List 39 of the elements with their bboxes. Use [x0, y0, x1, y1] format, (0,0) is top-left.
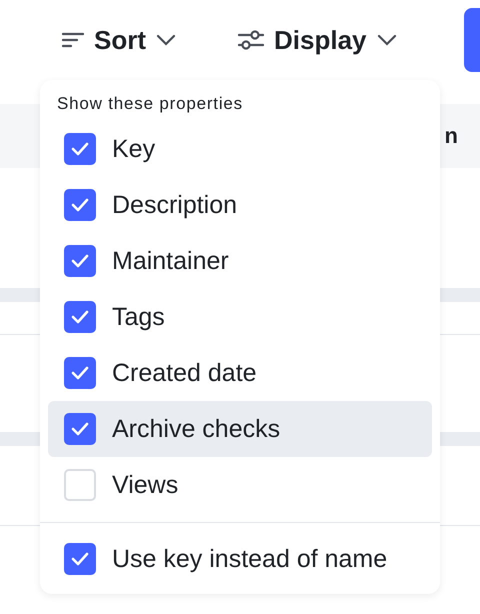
checkbox[interactable] [64, 133, 96, 165]
check-icon [71, 310, 89, 324]
sort-button[interactable]: Sort [62, 24, 176, 56]
check-icon [71, 422, 89, 436]
checkbox[interactable] [64, 357, 96, 389]
checkbox[interactable] [64, 245, 96, 277]
menu-item-label: Views [112, 470, 178, 500]
menu-item-label: Key [112, 134, 156, 164]
menu-item-label: Created date [112, 358, 257, 388]
menu-item[interactable]: Use key instead of name [48, 531, 432, 587]
menu-item[interactable]: Created date [48, 345, 432, 401]
chevron-down-icon [156, 34, 176, 46]
checkbox[interactable] [64, 543, 96, 575]
checkbox[interactable] [64, 189, 96, 221]
checkbox[interactable] [64, 301, 96, 333]
menu-item-label: Description [112, 190, 238, 220]
checkbox[interactable] [64, 413, 96, 445]
sliders-icon [238, 30, 264, 50]
checkbox[interactable] [64, 469, 96, 501]
menu-item[interactable]: Description [48, 177, 432, 233]
check-icon [71, 552, 89, 566]
menu-item[interactable]: Tags [48, 289, 432, 345]
chevron-down-icon [376, 34, 396, 46]
menu-item[interactable]: Views [48, 457, 432, 513]
check-icon [71, 254, 89, 268]
menu-item-label: Archive checks [112, 414, 280, 444]
check-icon [71, 198, 89, 212]
menu-heading: Show these properties [56, 94, 244, 115]
menu-item[interactable]: Key [48, 121, 432, 177]
menu-item[interactable]: Archive checks [48, 401, 432, 457]
check-icon [71, 366, 89, 380]
menu-item-label: Tags [112, 302, 165, 332]
menu-item-label: Maintainer [112, 246, 229, 276]
menu-item[interactable]: Maintainer [48, 233, 432, 289]
sort-icon [62, 32, 84, 48]
menu-item-label: Use key instead of name [112, 544, 388, 574]
display-button[interactable]: Display [238, 24, 396, 56]
column-header: n [444, 123, 458, 149]
check-icon [71, 142, 89, 156]
